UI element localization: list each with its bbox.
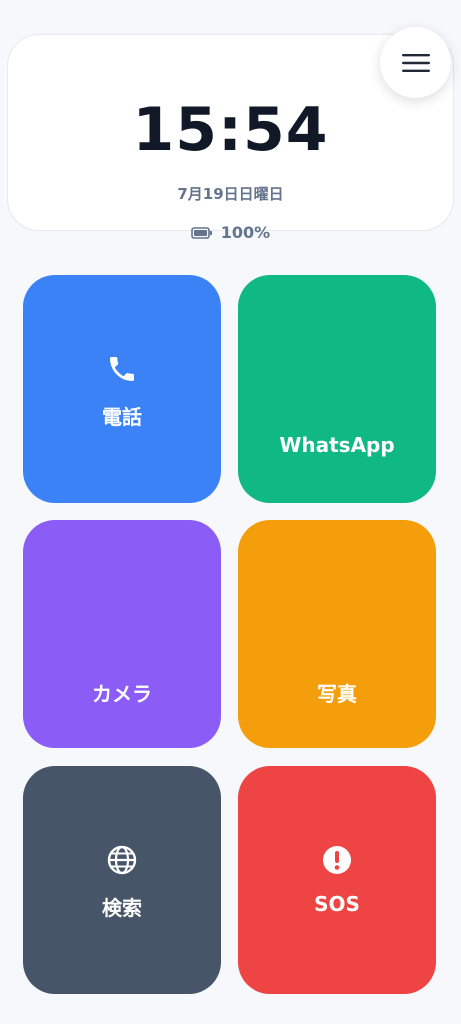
tile-sos-label: SOS <box>314 892 360 916</box>
tile-whatsapp[interactable]: WhatsApp <box>238 275 436 503</box>
tile-whatsapp-label: WhatsApp <box>279 433 395 457</box>
battery-percent: 100% <box>220 223 271 242</box>
tile-sos[interactable]: SOS <box>238 766 436 994</box>
alert-icon <box>323 846 351 874</box>
tile-camera[interactable]: カメラ <box>23 520 221 748</box>
phone-icon <box>110 357 134 381</box>
clock-time: 15:54 <box>132 95 329 165</box>
tile-search[interactable]: 検索 <box>23 766 221 994</box>
date-label: 7月19日日曜日 <box>177 185 284 203</box>
tile-phone-label: 電話 <box>102 405 142 429</box>
battery-status: 100% <box>8 223 453 242</box>
tile-photos-label: 写真 <box>317 682 357 706</box>
tile-camera-label: カメラ <box>92 682 152 706</box>
globe-icon <box>107 845 137 875</box>
tile-phone[interactable]: 電話 <box>23 275 221 503</box>
tile-photos[interactable]: 写真 <box>238 520 436 748</box>
tile-search-label: 検索 <box>102 896 142 920</box>
hamburger-menu-icon <box>401 53 430 72</box>
battery-icon <box>190 226 212 239</box>
menu-button[interactable] <box>380 27 451 98</box>
